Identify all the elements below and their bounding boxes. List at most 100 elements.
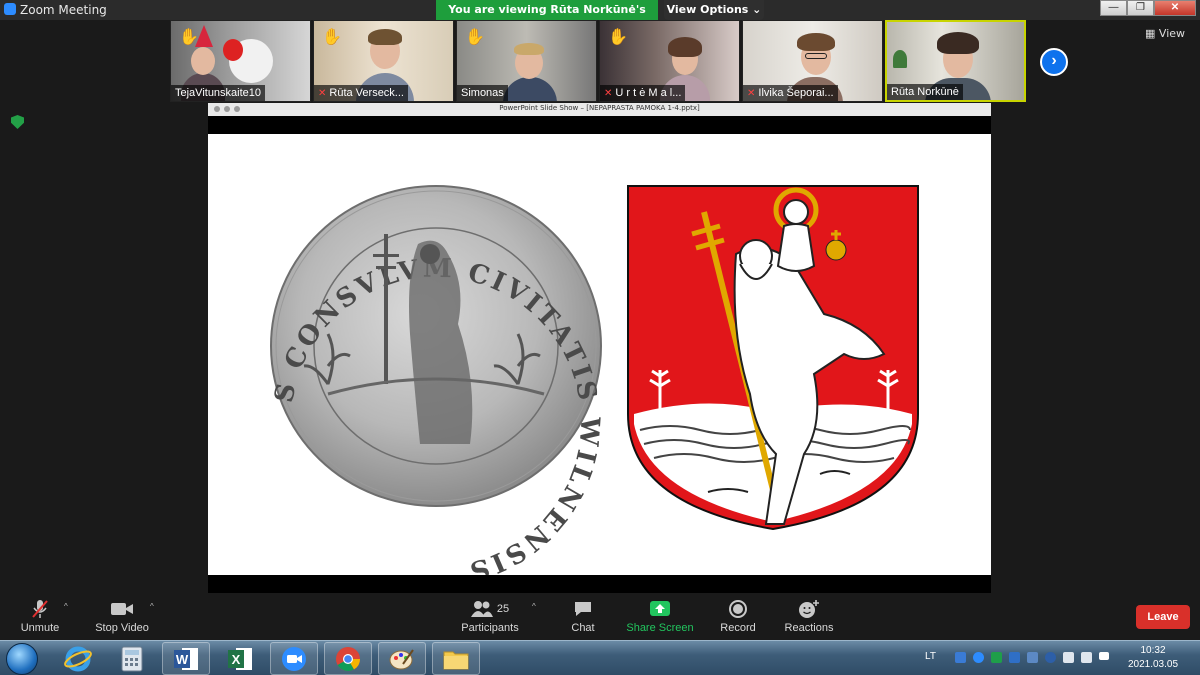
participant-tile-active[interactable]: Rūta Norkūnė	[885, 20, 1026, 102]
close-button[interactable]: ✕	[1154, 0, 1196, 16]
clock-time: 10:32	[1140, 645, 1166, 656]
reactions-button[interactable]: Reactions	[782, 598, 836, 634]
glasses	[805, 53, 827, 59]
record-icon	[718, 598, 758, 620]
participant-name: Rūta Verseck...	[329, 87, 404, 99]
medieval-seal-image: S CONSVLVM CIVITATIS WILNENSIS	[269, 185, 602, 587]
gallery-strip: ✋ TejaVitunskaite10 ✋ ✕ Rūta Verseck... ✋…	[170, 20, 1026, 102]
maximize-button[interactable]: ❐	[1127, 0, 1154, 16]
chat-button[interactable]: Chat	[566, 598, 600, 634]
participant-tile[interactable]: ✕ Ilvika Šeporai...	[742, 20, 883, 102]
explorer-icon[interactable]	[432, 642, 480, 675]
stop-video-button[interactable]: Stop Video	[92, 598, 152, 634]
unmute-button[interactable]: Unmute	[18, 598, 62, 634]
slideshow-title: PowerPoint Slide Show – [NEPAPRASTA PAMO…	[499, 104, 700, 112]
smiley-plus-icon	[782, 598, 836, 620]
participant-face	[191, 47, 215, 75]
participants-icon	[470, 601, 493, 617]
mic-muted-icon: ✕	[318, 88, 327, 99]
raised-hand-icon: ✋	[608, 29, 628, 46]
presentation-slide: S CONSVLVM CIVITATIS WILNENSIS	[208, 134, 991, 587]
update-icon[interactable]	[1045, 652, 1056, 663]
zoom-tray-icon[interactable]	[973, 652, 984, 663]
security-shield-icon[interactable]	[11, 115, 24, 129]
window-controls: — ❐ ✕	[1100, 0, 1196, 18]
participant-name: Ilvika Šeporai...	[758, 87, 834, 99]
zoom-window: Zoom Meeting You are viewing Rūta Norkūn…	[0, 0, 1200, 675]
balloon-red	[223, 39, 243, 61]
onedrive-icon[interactable]	[1027, 652, 1038, 663]
video-camera-icon	[92, 598, 152, 620]
chat-label: Chat	[571, 622, 595, 634]
participant-tile[interactable]: ✋ Simonas	[456, 20, 597, 102]
window-title: Zoom Meeting	[20, 3, 107, 17]
participant-tile[interactable]: ✋ ✕ U r t ė M a l...	[599, 20, 740, 102]
view-button[interactable]: ▦ View	[1145, 27, 1185, 40]
system-clock[interactable]: 10:32 2021.03.05	[1126, 644, 1180, 672]
chrome-icon[interactable]	[324, 642, 372, 675]
power-icon[interactable]	[1081, 652, 1092, 663]
record-button[interactable]: Record	[718, 598, 758, 634]
participant-name: TejaVitunskaite10	[171, 85, 266, 101]
leave-button[interactable]: Leave	[1136, 605, 1190, 629]
share-screen-button[interactable]: Share Screen	[626, 598, 694, 634]
start-button[interactable]	[6, 643, 38, 675]
meeting-toolbar: Unmute ^ Stop Video ^ 25 Participants ^ …	[0, 594, 1200, 640]
mic-muted-icon: ✕	[747, 88, 756, 99]
slideshow-window-bar: PowerPoint Slide Show – [NEPAPRASTA PAMO…	[208, 103, 991, 116]
view-label: View	[1158, 27, 1186, 40]
svg-text:W: W	[176, 652, 189, 667]
participant-name-bar: ✕ U r t ė M a l...	[600, 85, 686, 101]
viewing-screen-banner: You are viewing Rūta Norkūnė's screen	[436, 0, 658, 36]
share-screen-label: Share Screen	[626, 622, 694, 634]
paint-icon[interactable]	[378, 642, 426, 675]
excel-icon[interactable]: X	[216, 642, 264, 675]
title-bar: Zoom Meeting You are viewing Rūta Norkūn…	[0, 0, 1200, 36]
calculator-icon[interactable]	[108, 642, 156, 675]
record-label: Record	[720, 622, 756, 634]
participants-label: Participants	[461, 622, 519, 634]
shared-screen: PowerPoint Slide Show – [NEPAPRASTA PAMO…	[208, 103, 991, 593]
participant-name: Rūta Norkūnė	[887, 84, 963, 100]
volume-icon[interactable]	[1063, 652, 1074, 663]
stop-video-label: Stop Video	[95, 622, 149, 634]
participant-name-bar: ✕ Rūta Verseck...	[314, 85, 408, 101]
participant-name: U r t ė M a l...	[615, 87, 682, 99]
participant-tile[interactable]: ✋ ✕ Rūta Verseck...	[313, 20, 454, 102]
clock-date: 2021.03.05	[1127, 659, 1179, 670]
windows-taskbar: W X LT 10:32 2021.03.05	[0, 640, 1200, 675]
raised-hand-icon: ✋	[465, 29, 485, 46]
chat-bubble-icon	[566, 598, 600, 620]
raised-hand-icon: ✋	[322, 29, 342, 46]
gallery-next-button[interactable]: ›	[1040, 48, 1068, 76]
bluetooth-icon[interactable]	[1009, 652, 1020, 663]
raised-hand-icon: ✋	[179, 29, 199, 46]
word-icon[interactable]: W	[162, 642, 210, 675]
vilnius-coat-of-arms	[627, 185, 919, 531]
zoom-app-icon	[4, 3, 16, 15]
chevron-down-icon: ⌄	[752, 3, 762, 16]
grid-icon: ▦	[1145, 27, 1156, 40]
audio-options-caret[interactable]: ^	[64, 602, 68, 611]
view-options-button[interactable]: View Options ⌄	[664, 0, 764, 20]
zoom-icon[interactable]	[270, 642, 318, 675]
mic-muted-icon: ✕	[604, 88, 613, 99]
unmute-label: Unmute	[20, 622, 60, 634]
language-indicator[interactable]: LT	[925, 651, 936, 662]
signal-icon[interactable]	[1099, 652, 1109, 660]
participant-name-bar: ✕ Ilvika Šeporai...	[743, 85, 838, 101]
reactions-label: Reactions	[784, 622, 834, 634]
participants-caret[interactable]: ^	[532, 602, 536, 611]
view-options-label: View Options	[666, 3, 749, 16]
participants-button[interactable]: 25 Participants	[458, 598, 522, 634]
participant-tile[interactable]: ✋ TejaVitunskaite10	[170, 20, 311, 102]
ie-icon[interactable]	[54, 642, 102, 675]
minimize-button[interactable]: —	[1100, 0, 1127, 16]
plant	[893, 50, 907, 68]
microphone-muted-icon	[18, 598, 62, 620]
security-tray-icon[interactable]	[991, 652, 1002, 663]
video-options-caret[interactable]: ^	[150, 602, 154, 611]
network-icon[interactable]	[955, 652, 966, 663]
participant-name: Simonas	[457, 85, 508, 101]
share-screen-icon	[626, 598, 694, 620]
